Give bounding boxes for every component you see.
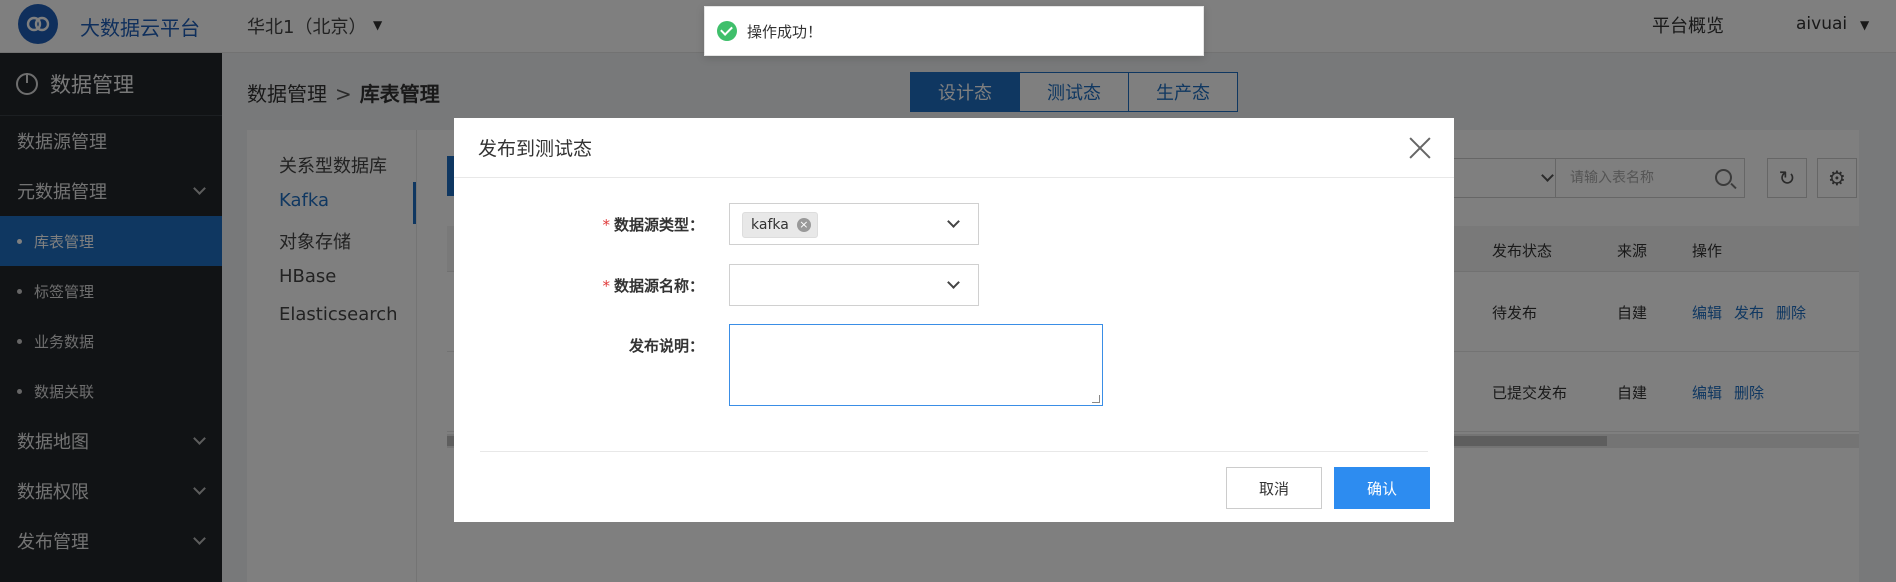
confirm-button[interactable]: 确认: [1334, 467, 1430, 509]
publish-dialog: 发布到测试态 * 数据源类型： kafka × * 数据源名称： 发布说明： 取消 确…: [454, 118, 1454, 522]
selected-tag: kafka ×: [742, 212, 818, 238]
toast-message: 操作成功！: [747, 22, 823, 41]
datasource-type-label: * 数据源类型：: [454, 214, 704, 235]
tag-text: kafka: [751, 217, 789, 233]
dialog-divider: [480, 451, 1428, 452]
publish-desc-label: 发布说明：: [628, 337, 704, 355]
dialog-title: 发布到测试态: [478, 138, 593, 160]
success-toast: 操作成功！: [704, 6, 1204, 56]
cancel-button[interactable]: 取消: [1226, 467, 1322, 509]
resize-handle-icon[interactable]: [1092, 395, 1100, 403]
close-icon[interactable]: [1408, 136, 1432, 160]
required-mark: *: [602, 216, 610, 234]
required-mark: *: [602, 277, 610, 295]
datasource-name-select[interactable]: [729, 264, 979, 306]
label-text: 数据源名称：: [613, 277, 704, 295]
remove-tag-icon[interactable]: ×: [796, 218, 811, 232]
publish-desc-textarea[interactable]: [729, 324, 1103, 406]
datasource-name-label: * 数据源名称：: [454, 275, 704, 296]
dialog-header: 发布到测试态: [454, 118, 1454, 178]
datasource-type-select[interactable]: kafka ×: [729, 203, 979, 245]
label-text: 数据源类型：: [613, 216, 704, 234]
chevron-down-icon: [947, 215, 960, 228]
check-circle-icon: [717, 21, 737, 41]
chevron-down-icon: [947, 276, 960, 289]
